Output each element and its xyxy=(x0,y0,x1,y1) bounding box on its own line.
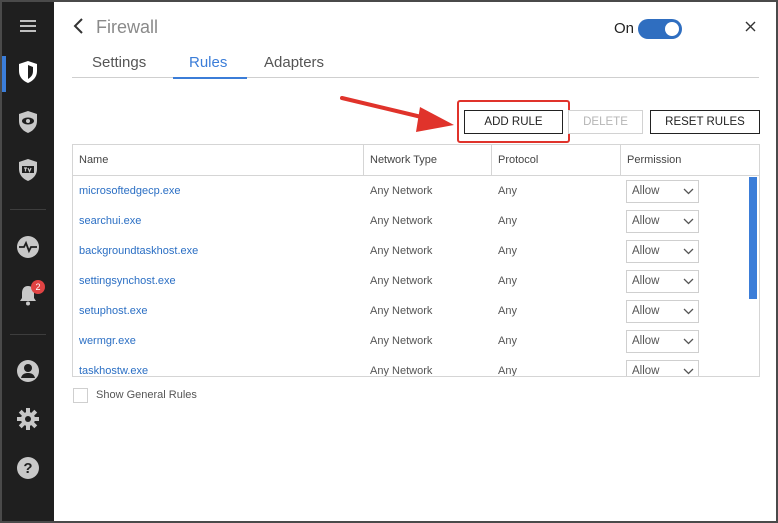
rule-network-type: Any Network xyxy=(370,245,433,257)
reset-rules-button[interactable]: RESET RULES xyxy=(650,110,760,134)
permission-value: Allow xyxy=(632,275,660,287)
sidebar-item-privacy[interactable] xyxy=(2,102,54,146)
table-scrollbar[interactable] xyxy=(749,177,757,299)
table-row[interactable]: wermgr.exe Any Network Any Allow xyxy=(73,326,749,356)
table-row[interactable]: settingsynchost.exe Any Network Any Allow xyxy=(73,266,749,296)
permission-select[interactable]: Allow xyxy=(626,210,699,233)
rule-network-type: Any Network xyxy=(370,365,433,377)
permission-value: Allow xyxy=(632,215,660,227)
page-title: Firewall xyxy=(96,17,159,37)
eye-shield-icon xyxy=(17,110,39,139)
rule-network-type: Any Network xyxy=(370,215,433,227)
close-icon xyxy=(745,19,756,37)
gear-icon xyxy=(16,407,40,436)
rule-protocol: Any xyxy=(498,185,517,197)
main-panel: Firewall On Settings Rules Adapters ADD … xyxy=(54,2,776,521)
tab-settings[interactable]: Settings xyxy=(90,54,148,78)
show-general-rules-checkbox[interactable] xyxy=(73,388,88,403)
notification-badge: 2 xyxy=(31,280,45,294)
permission-value: Allow xyxy=(632,305,660,317)
rule-protocol: Any xyxy=(498,305,517,317)
rule-name[interactable]: wermgr.exe xyxy=(73,326,364,356)
back-button[interactable] xyxy=(68,16,88,40)
show-general-rules-label: Show General Rules xyxy=(96,389,197,401)
sidebar-divider xyxy=(10,209,46,210)
tv-shield-icon xyxy=(17,158,39,187)
delete-button[interactable]: DELETE xyxy=(568,110,643,134)
chevron-down-icon xyxy=(683,274,694,296)
permission-select[interactable]: Allow xyxy=(626,330,699,353)
permission-select[interactable]: Allow xyxy=(626,180,699,203)
table-header: Name Network Type Protocol Permission xyxy=(73,145,759,176)
sidebar: 2 ? xyxy=(2,2,54,521)
rule-name[interactable]: taskhostw.exe xyxy=(73,356,364,376)
chevron-left-icon xyxy=(72,17,84,40)
rule-protocol: Any xyxy=(498,335,517,347)
chevron-down-icon xyxy=(683,334,694,356)
sidebar-item-tv-protection[interactable] xyxy=(2,150,54,194)
rule-name[interactable]: settingsynchost.exe xyxy=(73,266,364,296)
sidebar-item-help[interactable]: ? xyxy=(2,448,54,492)
rule-network-type: Any Network xyxy=(370,275,433,287)
tab-adapters[interactable]: Adapters xyxy=(262,54,326,78)
rule-name[interactable]: setuphost.exe xyxy=(73,296,364,326)
permission-select[interactable]: Allow xyxy=(626,360,699,377)
permission-value: Allow xyxy=(632,245,660,257)
rule-network-type: Any Network xyxy=(370,185,433,197)
rule-name[interactable]: backgroundtaskhost.exe xyxy=(73,236,364,266)
rule-network-type: Any Network xyxy=(370,335,433,347)
activity-icon xyxy=(16,235,40,264)
chevron-down-icon xyxy=(683,364,694,376)
annotation-arrow xyxy=(340,96,454,132)
tab-rules[interactable]: Rules xyxy=(172,54,248,79)
table-row[interactable]: taskhostw.exe Any Network Any Allow xyxy=(73,356,749,377)
rule-protocol: Any xyxy=(498,245,517,257)
rule-name[interactable]: searchui.exe xyxy=(73,206,364,236)
add-rule-button[interactable]: ADD RULE xyxy=(464,110,563,134)
permission-select[interactable]: Allow xyxy=(626,300,699,323)
shield-icon xyxy=(17,60,39,89)
firewall-window: 2 ? Firewall On Settings Rules Adapters … xyxy=(0,0,778,523)
table-row[interactable]: searchui.exe Any Network Any Allow xyxy=(73,206,749,236)
rule-name[interactable]: microsoftedgecp.exe xyxy=(73,176,364,206)
chevron-down-icon xyxy=(683,214,694,236)
table-row[interactable]: microsoftedgecp.exe Any Network Any Allow xyxy=(73,176,749,206)
permission-value: Allow xyxy=(632,185,660,197)
svg-text:?: ? xyxy=(23,460,32,477)
table-body: microsoftedgecp.exe Any Network Any Allow se… xyxy=(73,176,759,376)
sidebar-item-firewall[interactable] xyxy=(2,52,54,96)
table-row[interactable]: setuphost.exe Any Network Any Allow xyxy=(73,296,749,326)
rule-protocol: Any xyxy=(498,365,517,377)
menu-icon[interactable] xyxy=(2,4,54,48)
column-header-name[interactable]: Name xyxy=(73,145,364,176)
sidebar-divider xyxy=(10,334,46,335)
rule-protocol: Any xyxy=(498,215,517,227)
rules-table: Name Network Type Protocol Permission mi… xyxy=(72,144,760,377)
table-row[interactable]: backgroundtaskhost.exe Any Network Any Allo… xyxy=(73,236,749,266)
column-header-permission[interactable]: Permission xyxy=(621,145,759,176)
permission-select[interactable]: Allow xyxy=(626,240,699,263)
sidebar-item-account[interactable] xyxy=(2,351,54,395)
rule-network-type: Any Network xyxy=(370,305,433,317)
toggle-label: On xyxy=(614,20,635,37)
close-button[interactable] xyxy=(740,18,760,38)
permission-value: Allow xyxy=(632,335,660,347)
chevron-down-icon xyxy=(683,244,694,266)
sidebar-item-notifications[interactable]: 2 xyxy=(2,275,54,319)
help-icon: ? xyxy=(16,456,40,485)
permission-select[interactable]: Allow xyxy=(626,270,699,293)
sidebar-item-settings[interactable] xyxy=(2,399,54,443)
firewall-toggle[interactable] xyxy=(638,19,682,39)
tab-bar: Settings Rules Adapters xyxy=(72,52,759,79)
chevron-down-icon xyxy=(683,304,694,326)
user-icon xyxy=(16,359,40,388)
rule-protocol: Any xyxy=(498,275,517,287)
permission-value: Allow xyxy=(632,365,660,377)
toggle-knob xyxy=(665,22,679,36)
chevron-down-icon xyxy=(683,184,694,206)
column-header-network-type[interactable]: Network Type xyxy=(364,145,492,176)
column-header-protocol[interactable]: Protocol xyxy=(492,145,621,176)
sidebar-item-activity[interactable] xyxy=(2,227,54,271)
